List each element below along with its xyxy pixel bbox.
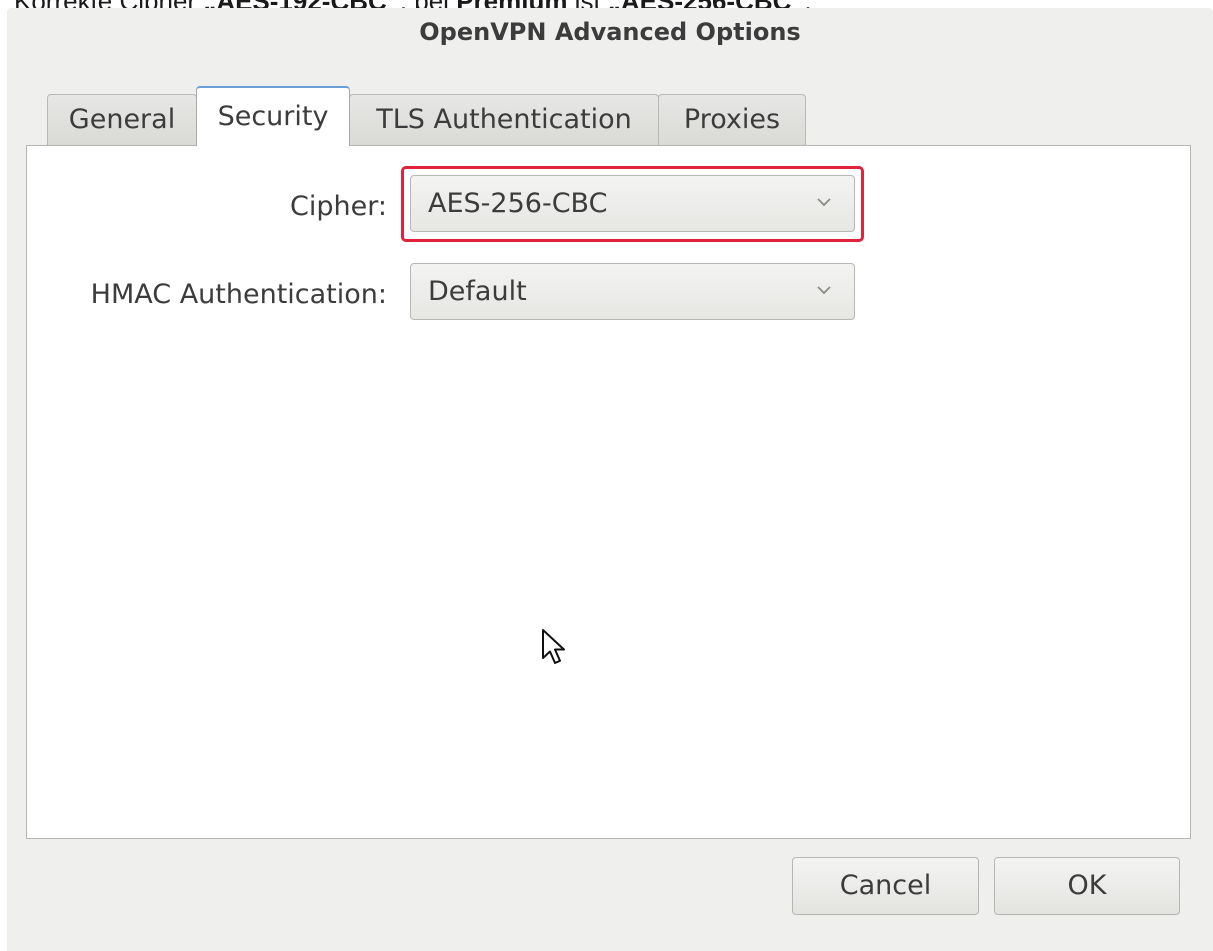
security-tab-panel: Cipher: AES-256-CBC HMAC Authentication:… [26, 145, 1191, 839]
mouse-pointer-icon [542, 629, 565, 664]
tab-security[interactable]: Security [196, 86, 350, 146]
ok-button[interactable]: OK [994, 857, 1180, 915]
cancel-button[interactable]: Cancel [792, 857, 979, 915]
hmac-authentication-label: HMAC Authentication: [90, 279, 387, 310]
tab-general[interactable]: General [47, 94, 197, 146]
openvpn-advanced-options-dialog: OpenVPN Advanced Options General Securit… [7, 8, 1213, 951]
chevron-down-icon [817, 286, 831, 295]
hmac-authentication-dropdown[interactable]: Default [410, 263, 855, 320]
tab-bar: General Security TLS Authentication Prox… [7, 8, 1213, 158]
cipher-dropdown[interactable]: AES-256-CBC [410, 175, 855, 232]
cipher-value: AES-256-CBC [428, 188, 608, 219]
tab-proxies[interactable]: Proxies [658, 94, 806, 146]
tab-tls-authentication[interactable]: TLS Authentication [349, 94, 659, 146]
chevron-down-icon [817, 198, 831, 207]
cipher-label: Cipher: [290, 191, 387, 222]
hmac-authentication-value: Default [428, 276, 527, 307]
